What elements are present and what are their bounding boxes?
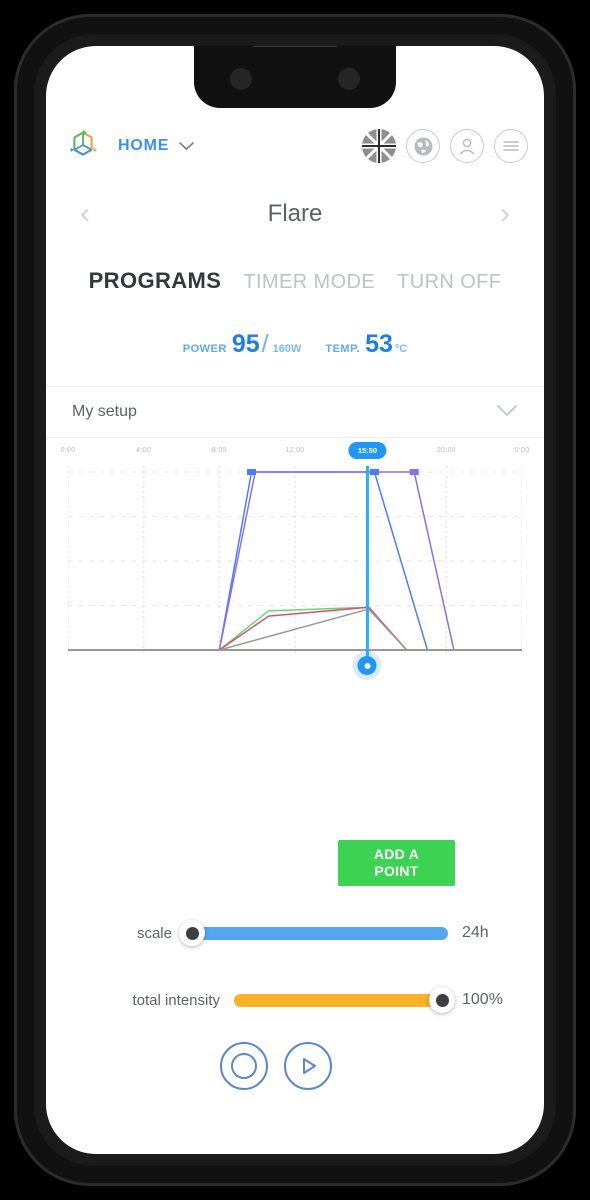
scale-slider-value: 24h [462, 924, 489, 941]
tab-timer-mode[interactable]: TIMER MODE [243, 271, 375, 294]
scale-slider-row: scale 24h [46, 918, 544, 948]
intensity-slider-knob[interactable] [429, 987, 455, 1013]
speaker-slot [251, 46, 339, 47]
chart-tick-label: 4:00 [136, 447, 152, 454]
temp-value: 53 [365, 330, 393, 358]
intensity-slider-label: total intensity [132, 991, 220, 1009]
my-setup-label: My setup [72, 403, 137, 420]
sensor-icon [338, 68, 360, 90]
power-label: POWER [182, 343, 227, 355]
playback-controls [46, 1042, 544, 1090]
power-value: 95 [231, 330, 260, 358]
temp-label: TEMP. [325, 343, 361, 355]
chart-tick-label: 0:00 [514, 447, 530, 454]
my-setup-row[interactable]: My setup [46, 386, 544, 438]
program-chart[interactable]: 0:004:008:0012:0016:0020:000:0015:50 [46, 442, 544, 714]
intensity-slider-track[interactable] [234, 987, 455, 1013]
uk-flag-icon[interactable] [362, 129, 396, 163]
chart-plot-area[interactable] [68, 466, 522, 675]
chart-time-axis: 0:004:008:0012:0016:0020:000:0015:50 [61, 442, 529, 466]
user-profile-icon[interactable] [450, 129, 484, 163]
hamburger-menu-icon[interactable] [494, 129, 528, 163]
mode-tabs: PROGRAMS TIMER MODE TURN OFF [46, 268, 544, 294]
power-max: 160W [272, 343, 302, 355]
status-readouts: POWER 95 / 160W TEMP. 53 °C [46, 330, 544, 359]
tab-turn-off[interactable]: TURN OFF [397, 271, 501, 294]
tab-programs[interactable]: PROGRAMS [89, 268, 222, 294]
phone-screen: HOME ‹ Flare › PROGRAMS TIMER MODE TURN … [46, 46, 544, 1154]
chart-cursor-time-pill[interactable]: 15:50 [348, 442, 387, 459]
power-separator: / [261, 330, 269, 358]
temperature-readout: TEMP. 53 °C [325, 330, 407, 359]
globe-icon[interactable] [406, 129, 440, 163]
scale-slider-label: scale [136, 924, 172, 942]
scale-slider-knob[interactable] [179, 920, 205, 946]
play-icon [303, 1058, 316, 1074]
phone-frame: HOME ‹ Flare › PROGRAMS TIMER MODE TURN … [14, 14, 576, 1186]
cursor-handle-dot [364, 662, 371, 669]
page-title-row: ‹ Flare › [46, 188, 544, 240]
scale-slider-track[interactable] [179, 920, 448, 946]
front-camera-icon [230, 68, 252, 90]
chart-tick-label: 8:00 [211, 447, 227, 454]
page-title: Flare [267, 200, 323, 227]
chart-cursor-handle[interactable] [357, 656, 377, 675]
home-menu-link[interactable]: HOME [118, 137, 169, 155]
power-readout: POWER 95 / 160W [183, 330, 302, 359]
phone-notch [194, 46, 396, 108]
play-button[interactable] [284, 1042, 332, 1090]
intensity-slider-row: total intensity 100% [46, 985, 544, 1015]
intensity-slider-value: 100% [462, 991, 503, 1008]
add-point-button[interactable]: ADD A POINT [338, 840, 455, 886]
chart-tick-label: 12:00 [285, 447, 305, 454]
chevron-down-icon[interactable] [179, 138, 195, 155]
app-top-bar: HOME [46, 118, 544, 174]
chart-tick-label: 0:00 [60, 447, 76, 454]
chart-svg [68, 466, 522, 656]
prev-page-arrow[interactable]: ‹ [72, 197, 98, 231]
temp-unit: °C [394, 343, 408, 355]
chart-tick-label: 20:00 [436, 447, 456, 454]
stop-circle-icon [231, 1053, 257, 1079]
stop-button[interactable] [220, 1042, 268, 1090]
next-page-arrow[interactable]: › [492, 197, 518, 231]
chevron-down-icon[interactable] [496, 402, 518, 422]
cube-axes-logo-icon[interactable] [62, 125, 104, 167]
add-point-line1: ADD A [373, 846, 420, 862]
add-point-line2: POINT [374, 863, 419, 879]
